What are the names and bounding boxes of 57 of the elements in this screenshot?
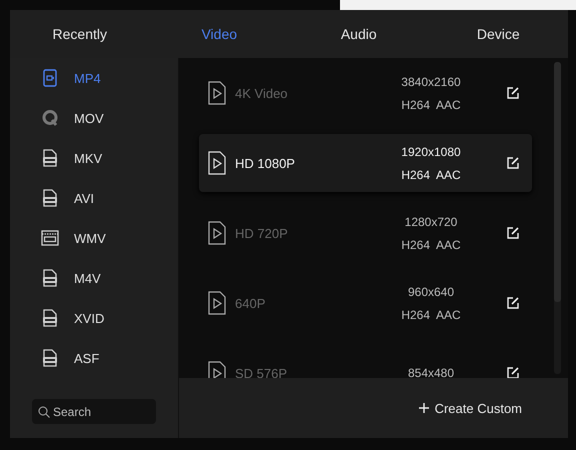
preset-name: 4K Video bbox=[235, 86, 289, 100]
resolution-text: 854x480 bbox=[408, 366, 454, 378]
search-field[interactable]: Search bbox=[32, 399, 156, 424]
codec-text: H264 AAC bbox=[401, 238, 461, 252]
resolution-text: 3840x2160 bbox=[401, 74, 461, 88]
format-item[interactable]: ASF bbox=[10, 338, 178, 378]
preset-row[interactable]: SD 576P 854x480 bbox=[199, 344, 532, 378]
edit-button[interactable] bbox=[506, 296, 520, 310]
format-item[interactable]: MP4 bbox=[10, 58, 178, 98]
preset-name: HD 720P bbox=[235, 226, 289, 240]
format-item[interactable]: AVI bbox=[10, 178, 178, 218]
edit-button[interactable] bbox=[506, 366, 520, 378]
edit-button[interactable] bbox=[506, 86, 520, 100]
file-format-icon bbox=[40, 268, 60, 288]
video-file-icon bbox=[207, 81, 227, 105]
edit-icon bbox=[506, 296, 520, 310]
resolution-text: 1920x1080 bbox=[401, 144, 461, 158]
resolution-text: 960x640 bbox=[408, 284, 454, 298]
create-custom-button[interactable]: Create Custom bbox=[412, 400, 528, 416]
video-file-icon bbox=[207, 291, 227, 315]
file-format-icon bbox=[40, 348, 60, 368]
preset-name: SD 576P bbox=[235, 366, 288, 378]
film-strip-icon bbox=[40, 228, 60, 248]
codec-text: H264 AAC bbox=[401, 168, 461, 182]
edit-icon bbox=[506, 86, 520, 100]
scrollbar[interactable] bbox=[554, 62, 561, 374]
preset-row[interactable]: 640P 960x640 H264 AAC bbox=[199, 274, 532, 332]
file-format-icon bbox=[40, 308, 60, 328]
preset-name: 640P bbox=[235, 296, 266, 310]
format-item[interactable]: MKV bbox=[10, 138, 178, 178]
preset-name: HD 1080P bbox=[235, 156, 296, 170]
file-format-icon bbox=[40, 188, 60, 208]
codec-text: H264 AAC bbox=[401, 308, 461, 322]
preset-row[interactable]: 4K Video 3840x2160 H264 AAC bbox=[199, 64, 532, 122]
edit-button[interactable] bbox=[506, 226, 520, 240]
format-item[interactable]: M4V bbox=[10, 258, 178, 298]
category-tab[interactable]: Video bbox=[150, 20, 289, 48]
resolution-text: 1280x720 bbox=[404, 214, 458, 228]
edit-icon bbox=[506, 156, 520, 170]
q-logo-icon bbox=[40, 108, 60, 128]
format-item[interactable]: WMV bbox=[10, 218, 178, 258]
edit-icon bbox=[506, 226, 520, 240]
video-file-icon bbox=[207, 151, 227, 175]
format-item[interactable]: MOV bbox=[10, 98, 178, 138]
plus-icon bbox=[418, 403, 429, 413]
edit-icon bbox=[506, 366, 520, 378]
category-tab[interactable]: Device bbox=[428, 20, 568, 48]
edit-button[interactable] bbox=[506, 156, 520, 170]
category-tab[interactable]: Recently bbox=[10, 20, 150, 48]
category-tab[interactable]: Audio bbox=[289, 20, 428, 48]
codec-text: H264 AAC bbox=[401, 98, 461, 112]
format-item[interactable]: XVID bbox=[10, 298, 178, 338]
video-file-icon bbox=[207, 361, 227, 378]
file-format-icon bbox=[40, 148, 60, 168]
preset-row[interactable]: HD 1080P 1920x1080 H264 AAC bbox=[199, 134, 532, 192]
video-file-icon bbox=[207, 221, 227, 245]
preset-row[interactable]: HD 720P 1280x720 H264 AAC bbox=[199, 204, 532, 262]
